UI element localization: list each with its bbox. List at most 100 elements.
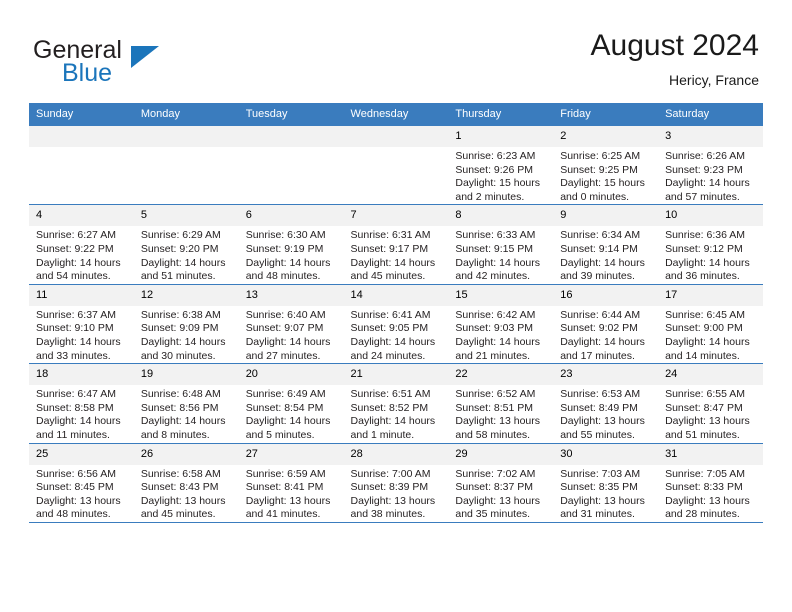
day-number: 10 xyxy=(658,205,763,227)
calendar-cell-empty xyxy=(29,126,134,205)
calendar-day-cell[interactable]: 11 Sunrise: 6:37 AM Sunset: 9:10 PM Dayligh… xyxy=(29,283,134,364)
weekday-header-tuesday: Tuesday xyxy=(238,103,344,126)
general-blue-logo[interactable]: General Blue xyxy=(33,36,233,88)
day-number: 16 xyxy=(553,284,659,306)
day-details: Sunrise: 7:02 AM Sunset: 8:37 PM Daylight:… xyxy=(448,465,553,522)
calendar-day-cell[interactable]: 3 Sunrise: 6:26 AM Sunset: 9:23 PM Daylight… xyxy=(658,126,763,205)
day-number: 20 xyxy=(238,364,344,386)
sunset-text: Sunset: 9:03 PM xyxy=(455,322,534,335)
daylight-text-line1: Daylight: 13 hours xyxy=(455,415,541,428)
day-number: 28 xyxy=(343,443,449,465)
day-number: 9 xyxy=(553,205,659,227)
calendar-day-cell[interactable]: 9 Sunrise: 6:34 AM Sunset: 9:14 PM Daylight… xyxy=(553,204,659,285)
daylight-text-line1: Daylight: 13 hours xyxy=(140,494,226,507)
day-details: Sunrise: 7:05 AM Sunset: 8:33 PM Daylight:… xyxy=(658,465,763,522)
calendar-day-cell[interactable]: 24 Sunrise: 6:55 AM Sunset: 8:47 PM Dayligh… xyxy=(658,363,763,443)
calendar-cell-empty xyxy=(343,126,449,205)
calendar-day-cell[interactable]: 2 Sunrise: 6:25 AM Sunset: 9:25 PM Daylight… xyxy=(553,126,659,205)
calendar-day-cell[interactable]: 12 Sunrise: 6:38 AM Sunset: 9:09 PM Dayligh… xyxy=(133,283,239,364)
day-details: Sunrise: 6:31 AM Sunset: 9:17 PM Daylight:… xyxy=(344,226,449,283)
daylight-text-line2: and 21 minutes. xyxy=(455,349,531,362)
calendar-day-cell[interactable]: 7 Sunrise: 6:31 AM Sunset: 9:17 PM Daylight… xyxy=(343,204,449,285)
sunrise-text: Sunrise: 6:37 AM xyxy=(36,308,116,321)
sunrise-text: Sunrise: 6:45 AM xyxy=(665,308,746,321)
calendar-day-cell[interactable]: 6 Sunrise: 6:30 AM Sunset: 9:19 PM Daylight… xyxy=(238,204,344,285)
daylight-text-line2: and 48 minutes. xyxy=(36,508,111,521)
calendar-day-cell[interactable]: 16 Sunrise: 6:44 AM Sunset: 9:02 PM Dayligh… xyxy=(553,283,659,364)
daylight-text-line1: Daylight: 14 hours xyxy=(665,177,750,190)
calendar-day-cell[interactable]: 21 Sunrise: 6:51 AM Sunset: 8:52 PM Dayligh… xyxy=(343,363,449,443)
sunrise-text: Sunrise: 7:03 AM xyxy=(560,467,641,480)
day-details: Sunrise: 6:27 AM Sunset: 9:22 PM Daylight:… xyxy=(29,226,134,283)
calendar-day-cell[interactable]: 4 Sunrise: 6:27 AM Sunset: 9:22 PM Daylight… xyxy=(29,204,134,285)
location-subtitle: Hericy, France xyxy=(669,72,759,88)
calendar-day-cell[interactable]: 22 Sunrise: 6:52 AM Sunset: 8:51 PM Dayligh… xyxy=(448,363,554,443)
sunset-text: Sunset: 9:19 PM xyxy=(245,242,324,255)
calendar-day-cell[interactable]: 26 Sunrise: 6:58 AM Sunset: 8:43 PM Dayligh… xyxy=(133,442,239,523)
day-number: 4 xyxy=(29,205,134,227)
day-number xyxy=(133,126,239,147)
sunset-text: Sunset: 9:26 PM xyxy=(455,163,534,176)
calendar-day-cell[interactable]: 17 Sunrise: 6:45 AM Sunset: 9:00 PM Dayligh… xyxy=(658,283,763,364)
sunset-text: Sunset: 8:51 PM xyxy=(455,401,534,414)
calendar-day-cell[interactable]: 31 Sunrise: 7:05 AM Sunset: 8:33 PM Dayligh… xyxy=(658,442,763,523)
daylight-text-line1: Daylight: 14 hours xyxy=(245,335,331,348)
daylight-text-line1: Daylight: 14 hours xyxy=(36,415,121,428)
calendar-day-cell[interactable]: 27 Sunrise: 6:59 AM Sunset: 8:41 PM Dayligh… xyxy=(238,442,344,523)
daylight-text-line2: and 57 minutes. xyxy=(665,190,740,203)
calendar-day-cell[interactable]: 15 Sunrise: 6:42 AM Sunset: 9:03 PM Dayligh… xyxy=(448,283,554,364)
day-number: 8 xyxy=(448,205,554,227)
daylight-text-line1: Daylight: 13 hours xyxy=(350,494,436,507)
daylight-text-line1: Daylight: 13 hours xyxy=(455,494,541,507)
calendar-day-cell[interactable]: 20 Sunrise: 6:49 AM Sunset: 8:54 PM Dayligh… xyxy=(238,363,344,443)
calendar-day-cell[interactable]: 10 Sunrise: 6:36 AM Sunset: 9:12 PM Dayligh… xyxy=(658,204,763,285)
sunset-text: Sunset: 9:23 PM xyxy=(665,163,743,176)
sunrise-text: Sunrise: 6:59 AM xyxy=(245,467,326,480)
sunrise-text: Sunrise: 6:49 AM xyxy=(245,388,326,401)
day-number: 7 xyxy=(343,205,449,227)
daylight-text-line1: Daylight: 14 hours xyxy=(36,256,121,269)
calendar-day-cell[interactable]: 23 Sunrise: 6:53 AM Sunset: 8:49 PM Dayligh… xyxy=(553,363,659,443)
day-details: Sunrise: 7:03 AM Sunset: 8:35 PM Daylight:… xyxy=(553,465,658,522)
sunset-text: Sunset: 8:56 PM xyxy=(140,401,219,414)
day-details: Sunrise: 6:51 AM Sunset: 8:52 PM Daylight:… xyxy=(344,385,449,442)
day-details: Sunrise: 6:36 AM Sunset: 9:12 PM Daylight:… xyxy=(658,226,763,283)
calendar-day-cell[interactable]: 1 Sunrise: 6:23 AM Sunset: 9:26 PM Daylight… xyxy=(448,126,554,205)
calendar-day-cell[interactable]: 30 Sunrise: 7:03 AM Sunset: 8:35 PM Dayligh… xyxy=(553,442,659,523)
daylight-text-line1: Daylight: 14 hours xyxy=(560,335,645,348)
sunrise-text: Sunrise: 7:00 AM xyxy=(350,467,431,480)
day-details: Sunrise: 6:52 AM Sunset: 8:51 PM Daylight:… xyxy=(448,385,553,442)
daylight-text-line2: and 8 minutes. xyxy=(140,428,210,441)
day-number: 23 xyxy=(553,364,659,386)
calendar-day-cell[interactable]: 18 Sunrise: 6:47 AM Sunset: 8:58 PM Dayligh… xyxy=(29,363,134,443)
calendar-day-cell[interactable]: 8 Sunrise: 6:33 AM Sunset: 9:15 PM Daylight… xyxy=(448,204,554,285)
sunrise-text: Sunrise: 6:42 AM xyxy=(455,308,536,321)
day-number: 19 xyxy=(133,364,239,386)
calendar-week-row: 18 Sunrise: 6:47 AM Sunset: 8:58 PM Dayligh… xyxy=(29,363,763,443)
day-number: 21 xyxy=(343,364,449,386)
daylight-text-line2: and 48 minutes. xyxy=(245,270,321,283)
sunrise-text: Sunrise: 6:25 AM xyxy=(560,150,641,162)
day-details: Sunrise: 6:49 AM Sunset: 8:54 PM Daylight:… xyxy=(239,385,344,442)
daylight-text-line2: and 5 minutes. xyxy=(245,428,315,441)
calendar-day-cell[interactable]: 29 Sunrise: 7:02 AM Sunset: 8:37 PM Dayligh… xyxy=(448,442,554,523)
calendar-day-cell[interactable]: 14 Sunrise: 6:41 AM Sunset: 9:05 PM Dayligh… xyxy=(343,283,449,364)
daylight-text-line1: Daylight: 13 hours xyxy=(665,415,750,428)
sunset-text: Sunset: 8:52 PM xyxy=(350,401,429,414)
daylight-text-line1: Daylight: 14 hours xyxy=(455,335,541,348)
calendar-day-cell[interactable]: 19 Sunrise: 6:48 AM Sunset: 8:56 PM Dayligh… xyxy=(133,363,239,443)
page-header: General Blue August 2024 Hericy, France xyxy=(0,0,792,103)
day-details: Sunrise: 6:59 AM Sunset: 8:41 PM Daylight:… xyxy=(239,465,344,522)
calendar-day-cell[interactable]: 13 Sunrise: 6:40 AM Sunset: 9:07 PM Dayligh… xyxy=(238,283,344,364)
day-details: Sunrise: 6:33 AM Sunset: 9:15 PM Daylight:… xyxy=(448,226,553,283)
calendar-day-cell[interactable]: 5 Sunrise: 6:29 AM Sunset: 9:20 PM Daylight… xyxy=(133,204,239,285)
day-number: 13 xyxy=(238,284,344,306)
daylight-text-line2: and 30 minutes. xyxy=(140,349,216,362)
day-number: 31 xyxy=(658,443,763,465)
daylight-text-line2: and 0 minutes. xyxy=(560,190,630,203)
calendar-day-cell[interactable]: 25 Sunrise: 6:56 AM Sunset: 8:45 PM Dayligh… xyxy=(29,442,134,523)
daylight-text-line1: Daylight: 13 hours xyxy=(36,494,121,507)
sunset-text: Sunset: 9:09 PM xyxy=(140,322,219,335)
sunset-text: Sunset: 8:33 PM xyxy=(665,481,743,494)
calendar-day-cell[interactable]: 28 Sunrise: 7:00 AM Sunset: 8:39 PM Dayligh… xyxy=(343,442,449,523)
